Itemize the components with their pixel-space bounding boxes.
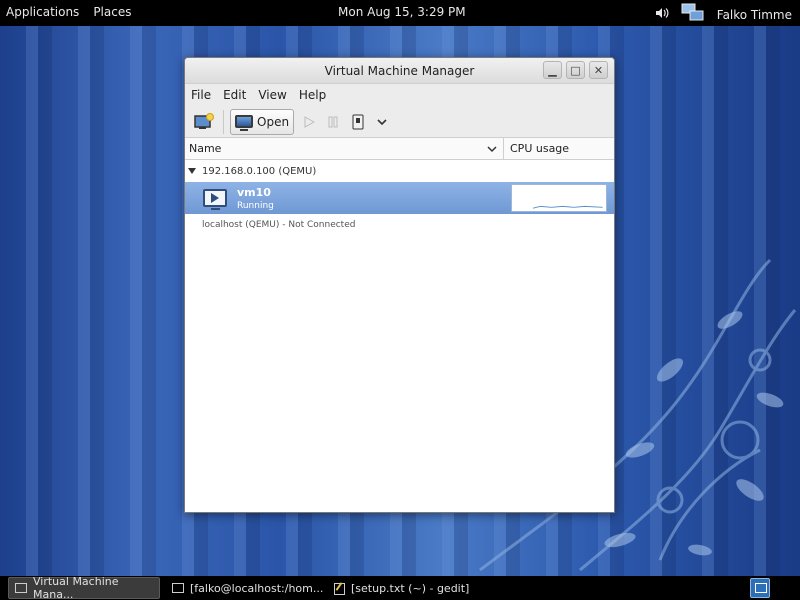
- terminal-icon: [172, 583, 184, 593]
- cpu-column-header[interactable]: CPU usage: [504, 138, 614, 159]
- pause-icon: [328, 116, 338, 127]
- taskbar-item-terminal[interactable]: [falko@localhost:/hom...: [166, 577, 324, 599]
- new-vm-icon: [194, 112, 214, 129]
- vm-status: Running: [237, 200, 274, 211]
- menu-edit[interactable]: Edit: [223, 88, 246, 102]
- play-icon: [304, 115, 316, 128]
- network-icon[interactable]: [681, 3, 705, 26]
- vm-list: 192.168.0.100 (QEMU) vm10 Running localh…: [185, 160, 614, 236]
- taskbar-item-gedit[interactable]: [setup.txt (~) - gedit]: [327, 577, 482, 599]
- toolbar: Open: [185, 106, 614, 138]
- name-column-label: Name: [189, 142, 222, 155]
- cpu-column-label: CPU usage: [510, 142, 570, 155]
- menu-view[interactable]: View: [258, 88, 286, 102]
- top-panel: Applications Places Mon Aug 15, 3:29 PM …: [0, 0, 800, 26]
- chevron-down-icon[interactable]: [487, 145, 497, 153]
- vm-row[interactable]: vm10 Running: [185, 182, 614, 214]
- applications-menu[interactable]: Applications: [6, 5, 79, 19]
- places-menu[interactable]: Places: [93, 5, 131, 19]
- text-editor-icon: [333, 582, 345, 595]
- vm-running-icon: [203, 189, 227, 210]
- chevron-down-icon: [377, 118, 387, 125]
- cpu-usage-graph: [511, 184, 607, 212]
- taskbar-item-label: Virtual Machine Mana...: [33, 575, 119, 600]
- connection-label: 192.168.0.100 (QEMU): [202, 165, 317, 177]
- new-vm-button[interactable]: [191, 109, 217, 135]
- taskbar: Virtual Machine Mana... [falko@localhost…: [0, 575, 800, 600]
- menu-file[interactable]: File: [191, 88, 211, 102]
- clock[interactable]: Mon Aug 15, 3:29 PM: [338, 5, 466, 19]
- taskbar-item-vmm[interactable]: Virtual Machine Mana...: [8, 575, 160, 600]
- shutdown-icon: [352, 114, 364, 129]
- user-menu[interactable]: Falko Timme: [717, 8, 792, 22]
- run-button[interactable]: [300, 109, 318, 135]
- monitor-icon: [235, 115, 253, 131]
- toolbar-separator: [223, 109, 224, 134]
- workspace-switcher-icon[interactable]: [750, 578, 770, 598]
- local-connection-label: localhost (QEMU) - Not Connected: [202, 220, 356, 230]
- monitor-icon: [15, 583, 27, 593]
- local-connection-row[interactable]: localhost (QEMU) - Not Connected: [185, 214, 614, 236]
- connection-row[interactable]: 192.168.0.100 (QEMU): [185, 160, 614, 182]
- vmm-window: Virtual Machine Manager ▁ □ ✕ File Edit …: [184, 57, 615, 513]
- expander-triangle-icon[interactable]: [188, 168, 196, 174]
- pause-button[interactable]: [324, 109, 342, 135]
- open-button-label: Open: [257, 114, 290, 129]
- close-button[interactable]: ✕: [589, 61, 608, 79]
- list-header: Name CPU usage: [185, 138, 614, 160]
- menu-help[interactable]: Help: [299, 88, 326, 102]
- shutdown-button[interactable]: [348, 109, 368, 135]
- volume-icon[interactable]: [655, 7, 669, 22]
- window-titlebar[interactable]: Virtual Machine Manager ▁ □ ✕: [185, 58, 614, 84]
- open-button[interactable]: Open: [230, 108, 295, 135]
- taskbar-item-label: [setup.txt (~) - gedit]: [351, 581, 470, 595]
- name-column-header[interactable]: Name: [185, 138, 504, 159]
- maximize-button[interactable]: □: [566, 61, 585, 79]
- menubar: File Edit View Help: [185, 84, 614, 106]
- shutdown-menu-button[interactable]: [374, 109, 390, 135]
- taskbar-item-label: [falko@localhost:/hom...: [190, 581, 324, 595]
- vm-name: vm10: [237, 185, 271, 199]
- minimize-button[interactable]: ▁: [543, 61, 562, 79]
